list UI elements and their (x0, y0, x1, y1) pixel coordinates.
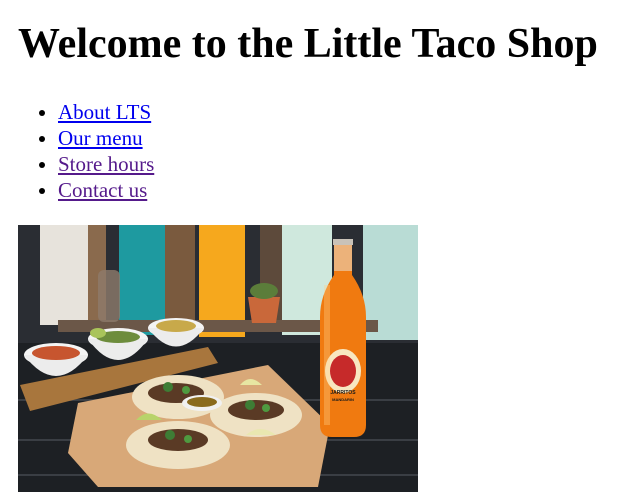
tacos-photo: JARRITOS MANDARIN (18, 225, 418, 492)
nav-item-menu: Our menu (58, 125, 154, 151)
nav-item-hours: Store hours (58, 151, 154, 177)
menu-link[interactable]: Our menu (58, 126, 143, 150)
page-title: Welcome to the Little Taco Shop (18, 21, 598, 67)
svg-text:MANDARIN: MANDARIN (332, 397, 354, 402)
svg-text:JARRITOS: JARRITOS (330, 390, 356, 396)
contact-link[interactable]: Contact us (58, 178, 147, 202)
nav-item-contact: Contact us (58, 177, 154, 203)
hours-link[interactable]: Store hours (58, 152, 154, 176)
main-nav: About LTS Our menu Store hours Contact u… (18, 99, 154, 203)
about-link[interactable]: About LTS (58, 100, 151, 124)
nav-item-about: About LTS (58, 99, 154, 125)
